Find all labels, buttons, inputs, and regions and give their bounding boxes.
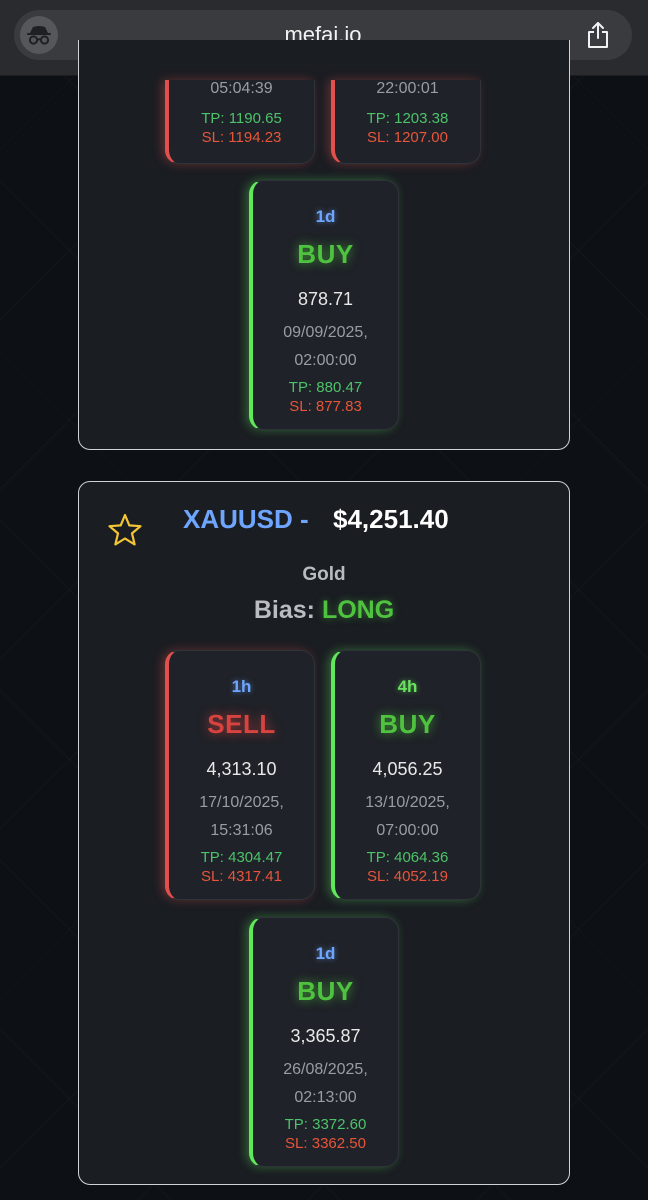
- asset-header: XAUUSD - $4,251.40: [79, 504, 569, 540]
- signal-date: 09/09/2025, 02:00:00: [253, 319, 398, 375]
- signal-date: 05:04:39: [210, 80, 273, 97]
- signal-price: 4,056.25: [372, 759, 443, 779]
- signal-tp: TP: 4304.47: [200, 849, 283, 866]
- signal-tp: TP: 1190.65: [201, 110, 282, 127]
- signal-date: 17/10/2025, 15:31:06: [169, 789, 314, 845]
- signal-date-line1: 09/09/2025,: [283, 324, 368, 341]
- signal-sl: SL: 1194.23: [201, 129, 282, 146]
- signal-card-4h[interactable]: 4h BUY 4,056.25 13/10/2025, 07:00:00 TP:…: [331, 650, 481, 900]
- signal-sl: SL: 3362.50: [285, 1135, 366, 1152]
- signal-tp: TP: 4064.36: [366, 849, 449, 866]
- signal-price: 878.71: [297, 289, 354, 309]
- signal-price: 3,365.87: [290, 1026, 361, 1046]
- signal-tp: TP: 3372.60: [284, 1116, 367, 1133]
- signal-timeframe: 1d: [315, 944, 336, 963]
- signal-card-1h[interactable]: 1h SELL 4,313.10 17/10/2025, 15:31:06 TP…: [165, 650, 315, 900]
- signal-timeframe: 4h: [397, 677, 418, 696]
- signal-tp: TP: 880.47: [288, 379, 363, 396]
- asset-card-previous: 05:04:39 TP: 1190.65 SL: 1194.23 22:00:0…: [78, 40, 570, 450]
- share-icon[interactable]: [584, 21, 612, 49]
- signal-card-1d[interactable]: 1d BUY 878.71 09/09/2025, 02:00:00 TP: 8…: [249, 180, 399, 430]
- signal-date: 26/08/2025, 02:13:00: [253, 1056, 398, 1112]
- signal-action: SELL: [207, 709, 276, 739]
- signal-date: 13/10/2025, 07:00:00: [335, 789, 480, 845]
- signal-date-line2: 02:13:00: [294, 1089, 357, 1106]
- asset-name: Gold: [302, 564, 346, 585]
- signal-date-line1: 17/10/2025,: [199, 794, 284, 811]
- signal-action: BUY: [297, 239, 354, 269]
- signal-date-line2: 07:00:00: [376, 822, 439, 839]
- asset-bias: Bias: LONG: [79, 596, 569, 625]
- signal-price: 4,313.10: [206, 759, 277, 779]
- signal-sl: SL: 877.83: [289, 398, 362, 415]
- signal-date: 22:00:01: [376, 80, 439, 97]
- asset-card-xauusd: XAUUSD - $4,251.40 Gold Bias: LONG 1h SE…: [78, 481, 570, 1185]
- bias-label: Bias:: [253, 596, 315, 624]
- signal-sl: SL: 4052.19: [367, 868, 448, 885]
- signal-date-line2: 02:00:00: [294, 352, 357, 369]
- asset-price: $4,251.40: [333, 504, 449, 534]
- signal-timeframe: 1d: [315, 207, 336, 226]
- signal-sl: SL: 1207.00: [367, 129, 448, 146]
- bias-value: LONG: [321, 596, 395, 624]
- signal-action: BUY: [379, 709, 436, 739]
- signal-date-line2: 15:31:06: [210, 822, 273, 839]
- signal-card-partial[interactable]: 05:04:39 TP: 1190.65 SL: 1194.23: [165, 80, 315, 164]
- signal-tp: TP: 1203.38: [366, 110, 449, 127]
- signal-date-line1: 26/08/2025,: [283, 1061, 368, 1078]
- signal-sl: SL: 4317.41: [201, 868, 282, 885]
- signal-timeframe: 1h: [231, 677, 252, 696]
- signal-card-1d[interactable]: 1d BUY 3,365.87 26/08/2025, 02:13:00 TP:…: [249, 917, 399, 1167]
- signal-action: BUY: [297, 976, 354, 1006]
- asset-symbol[interactable]: XAUUSD -: [183, 504, 309, 535]
- signal-date-line1: 13/10/2025,: [365, 794, 450, 811]
- signal-card-partial[interactable]: 22:00:01 TP: 1203.38 SL: 1207.00: [331, 80, 481, 164]
